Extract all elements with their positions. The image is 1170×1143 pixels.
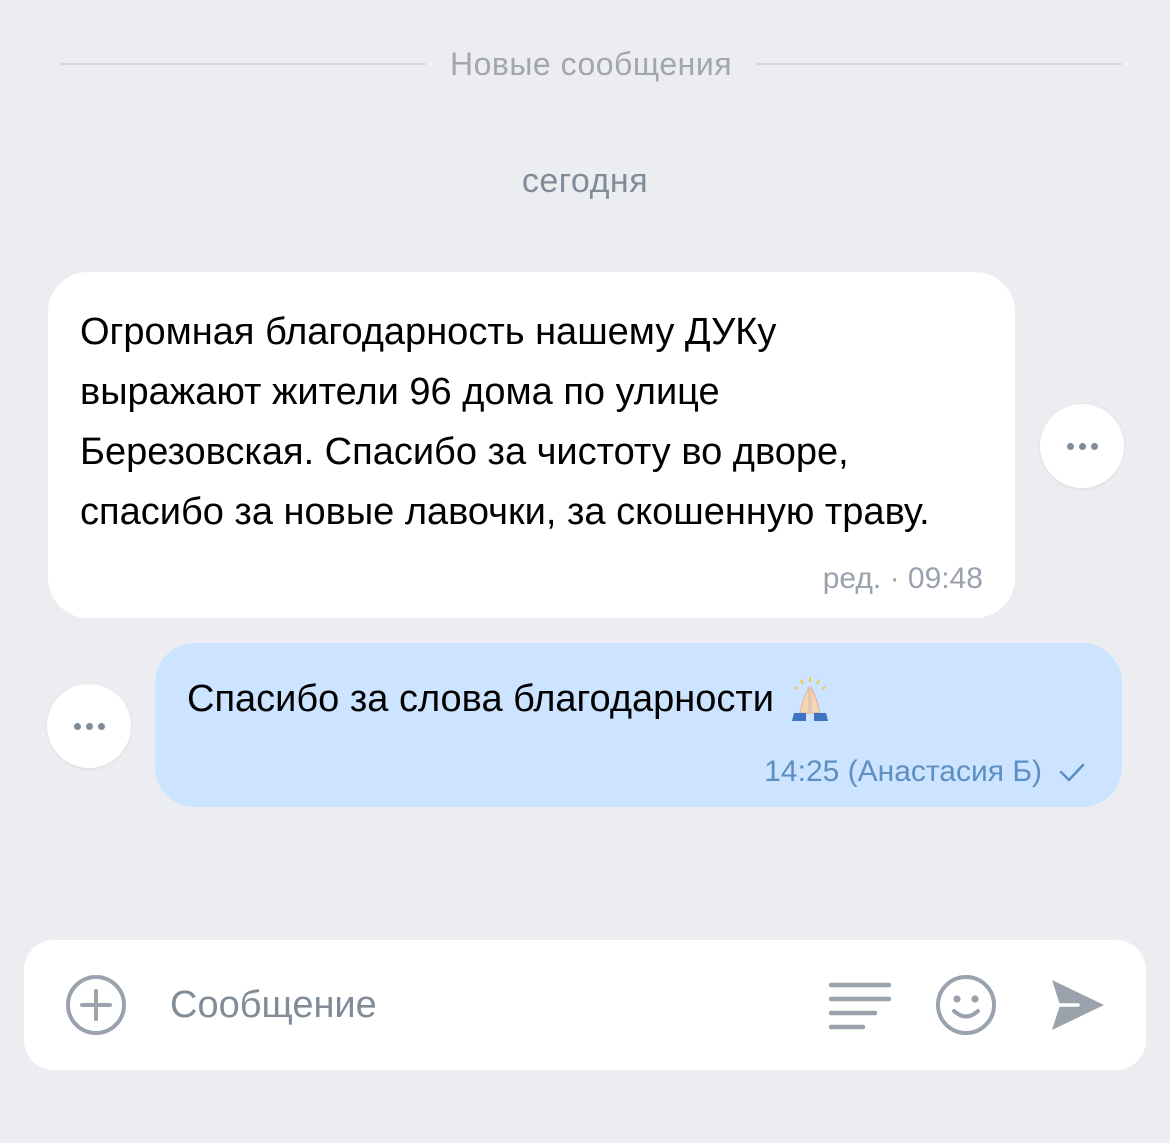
send-button[interactable] [1046, 940, 1110, 1070]
incoming-message-bubble[interactable]: Огромная благодарность нашему ДУКу выраж… [48, 272, 1015, 618]
folded-hands-icon [786, 675, 834, 723]
more-dots-icon [1066, 442, 1074, 450]
message-text: Спасибо за слова благодарности [187, 678, 775, 720]
date-separator: сегодня [521, 162, 649, 200]
send-icon [1052, 980, 1104, 1030]
message-actions-button[interactable] [1040, 404, 1124, 488]
divider-line-right [756, 63, 1123, 65]
new-messages-label: Новые сообщения [450, 45, 733, 82]
message-time-author: 14:25 (Анастасия Б) [764, 755, 1042, 788]
more-dot [97, 722, 105, 730]
plus-circle-icon [66, 975, 126, 1035]
new-messages-divider: Новые сообщения [60, 40, 1123, 88]
more-dot [1090, 442, 1098, 450]
more-dots-icon [73, 722, 81, 730]
divider-line-left [60, 63, 426, 65]
message-text: Огромная благодарность нашему ДУКу выраж… [80, 311, 930, 533]
message-meta: ред. · 09:48 [822, 562, 983, 595]
more-dot [85, 722, 93, 730]
attach-button[interactable] [64, 940, 128, 1070]
message-actions-button[interactable] [47, 684, 131, 768]
template-lines-icon [829, 982, 891, 1030]
outgoing-message-bubble[interactable]: Спасибо за слова благодарности 14:25 (Ан… [155, 643, 1122, 807]
message-text-row: Спасибо за слова благодарности [187, 671, 1082, 727]
templates-button[interactable] [828, 940, 892, 1070]
emoji-button[interactable] [934, 940, 998, 1070]
message-composer [24, 940, 1146, 1070]
check-icon [1059, 763, 1085, 782]
message-input[interactable] [170, 974, 810, 1036]
smile-icon [936, 975, 996, 1035]
more-dot [1078, 442, 1086, 450]
message-meta: 14:25 (Анастасия Б) [764, 755, 1086, 789]
